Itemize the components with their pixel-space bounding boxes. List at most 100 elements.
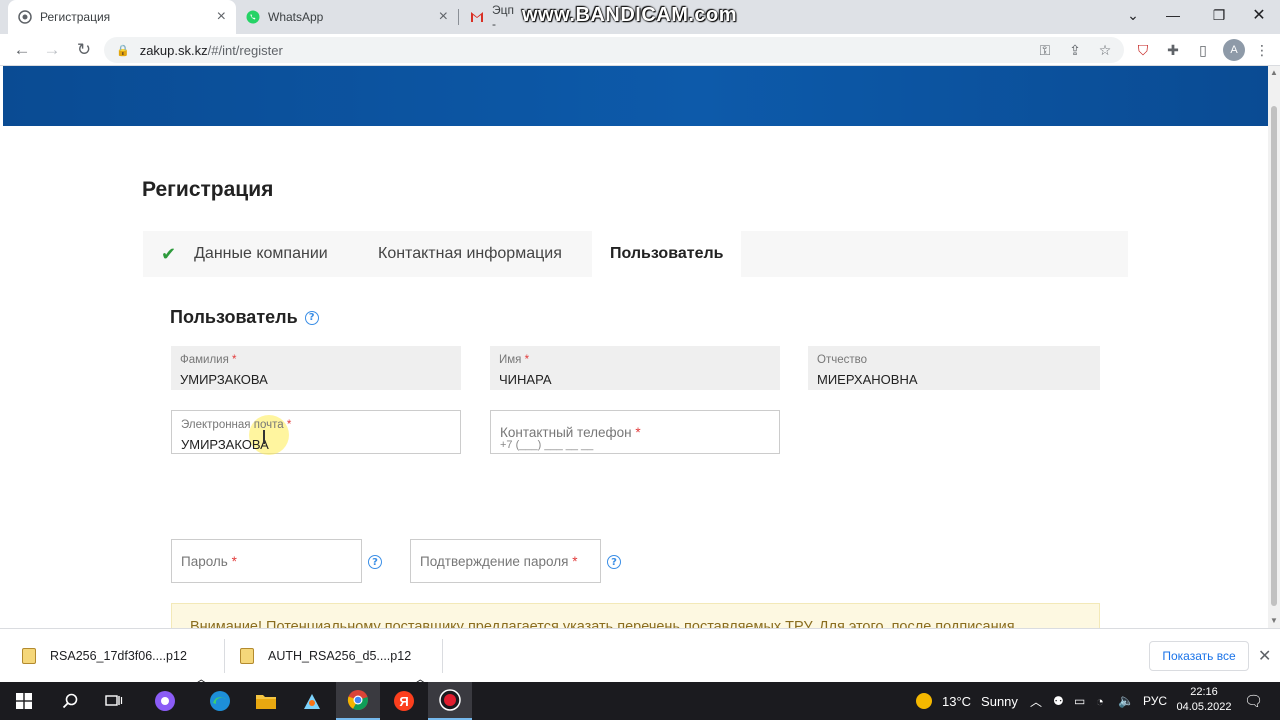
windows-taskbar: Я 13°C Sunny ︿ ⚉ ▭ ◔ 🔈 РУС 22:16 04.05.2… [0,682,1280,720]
browser-tab-strip: Регистрация × WhatsApp × Эцп - www.BANDI… [0,0,1280,34]
recording-watermark: www.BANDICAM.com [522,4,738,26]
menu-kebab-icon[interactable]: ⋮ [1252,40,1272,60]
browser-toolbar: ← → ↻ 🔒 zakup.sk.kz/#/int/register ⚿ ⇪ ☆… [0,34,1280,66]
file-explorer-icon[interactable] [244,682,288,720]
help-icon[interactable]: ? [304,310,319,325]
site-header-banner [3,66,1268,126]
page-scrollbar[interactable]: ▲ ▼ [1268,66,1280,628]
certificate-file-icon [22,648,36,664]
page-viewport: Регистрация ✔ Данные компании Контактная… [0,66,1268,628]
assistant-app-icon[interactable] [143,682,187,720]
certificate-file-icon [240,648,254,664]
tab-title: WhatsApp [268,10,324,24]
label-text: Контактный телефон [500,425,632,440]
close-tab-icon[interactable]: × [439,9,448,25]
tab-registration[interactable]: Регистрация × [8,0,236,34]
url-path: /#/int/register [207,42,283,58]
extensions-puzzle-icon[interactable]: ✚ [1163,40,1183,60]
tray-overflow-chevron-icon[interactable]: ︿ [1030,682,1042,720]
field-label: Контактный телефон * [500,425,641,440]
download-separator [442,639,443,673]
field-value: УМИРЗАКОВА [180,372,268,387]
password-confirm-field[interactable]: Подтверждение пароля * [410,539,601,583]
chrome-browser-icon[interactable] [336,682,380,720]
required-mark: * [232,354,237,366]
bookmark-star-icon[interactable]: ☆ [1095,40,1115,60]
section-title: Пользователь ? [170,307,319,328]
yandex-browser-icon[interactable]: Я [382,682,426,720]
address-bar[interactable]: 🔒 zakup.sk.kz/#/int/register [104,37,1124,63]
label-text: Имя [499,354,522,366]
step-label: Данные компании [194,245,328,262]
system-clock[interactable]: 22:16 04.05.2022 [1172,685,1236,715]
download-filename: RSA256_17df3f06....p12 [50,649,187,663]
password-field[interactable]: Пароль * [171,539,362,583]
weather-widget[interactable]: 13°C Sunny [915,682,1018,720]
scroll-down-icon[interactable]: ▼ [1270,616,1278,625]
download-item-auth[interactable]: AUTH_RSA256_d5....p12 [240,629,411,683]
tab-whatsapp[interactable]: WhatsApp × [236,0,458,34]
close-downloads-icon[interactable]: ✕ [1258,646,1271,666]
clock-date: 04.05.2022 [1176,701,1232,713]
phone-mask: +7 (___) ___ __ __ [500,439,594,451]
field-label: Электронная почта * [181,419,291,431]
password-confirm-help-icon[interactable]: ? [607,555,621,569]
wifi-icon[interactable]: ◔ [1096,682,1104,720]
volume-icon[interactable]: 🔈 [1118,682,1134,720]
start-windows-icon[interactable] [2,682,46,720]
email-field[interactable]: Электронная почта * УМИРЗАКОВА [171,410,461,455]
forward-icon[interactable]: → [40,38,64,62]
price-list-alert: Внимание! Потенциальному поставщику пред… [171,603,1100,628]
key-icon[interactable]: ⚿ [1035,40,1055,60]
edge-browser-icon[interactable] [198,682,242,720]
reload-icon[interactable]: ↻ [72,38,96,62]
input-language[interactable]: РУС [1143,682,1167,720]
download-separator [224,639,225,673]
step-contact-info[interactable]: Контактная информация [378,231,562,277]
registration-steps: ✔ Данные компании Контактная информация … [143,231,1128,277]
notifications-icon[interactable]: 🗨 [1244,682,1263,720]
search-icon[interactable] [48,682,92,720]
step-user[interactable]: Пользователь [592,231,742,277]
sun-icon [916,693,932,709]
text-cursor-icon [263,430,265,444]
scroll-thumb[interactable] [1271,106,1277,606]
field-label: Подтверждение пароля * [420,554,577,569]
scroll-up-icon[interactable]: ▲ [1270,68,1278,77]
password-help-icon[interactable]: ? [368,555,382,569]
task-view-icon[interactable] [92,682,136,720]
close-window-icon[interactable]: ✕ [1236,0,1280,30]
step-company-data[interactable]: ✔ Данные компании [161,231,328,277]
user-form-card: Пользователь ? Фамилия * УМИРЗАКОВА Имя … [143,277,1128,628]
step-label: Контактная информация [378,245,562,262]
weather-temp: 13°C [942,693,972,709]
clock-time: 22:16 [1190,686,1218,698]
profile-avatar[interactable]: A [1223,39,1245,61]
phone-field[interactable]: Контактный телефон * +7 (___) ___ __ __ [490,410,780,454]
back-icon[interactable]: ← [10,38,34,62]
label-text: Электронная почта [181,419,284,431]
network-icon[interactable]: ▭ [1074,682,1085,720]
tab-title: Регистрация [40,10,111,24]
tab-ecp[interactable]: Эцп - [460,0,530,34]
required-mark: * [635,425,641,440]
label-text: Пароль [181,554,228,569]
email-input-value[interactable]: УМИРЗАКОВА [181,437,269,452]
svg-text:Я: Я [399,694,408,709]
meet-now-icon[interactable]: ⚉ [1053,682,1064,720]
side-panel-icon[interactable]: ▯ [1193,40,1213,60]
field-value: МИЕРХАНОВНА [817,372,918,387]
field-label: Отчество [817,354,867,366]
required-mark: * [286,419,292,431]
minimize-icon[interactable]: — [1150,0,1196,30]
share-icon[interactable]: ⇪ [1065,40,1085,60]
lock-icon[interactable]: 🔒 [116,44,130,57]
download-item-rsa[interactable]: RSA256_17df3f06....p12 [22,629,187,683]
paint-app-icon[interactable] [290,682,334,720]
firstname-field: Имя * ЧИНАРА [490,346,780,390]
extension-shield-icon[interactable]: ⛉ [1133,40,1153,60]
show-all-downloads-button[interactable]: Показать все [1149,641,1249,671]
whatsapp-icon [246,10,260,24]
close-tab-icon[interactable]: × [217,9,226,25]
bandicam-record-icon[interactable] [428,682,472,720]
